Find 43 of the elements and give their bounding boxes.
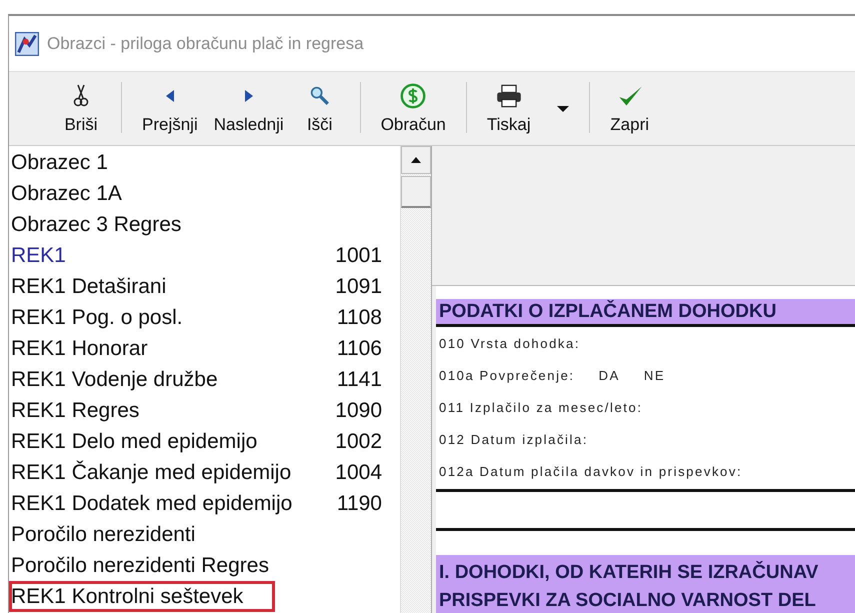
section-heading: I. DOHODKI, OD KATERIH SE IZRAČUNAV PRISPEVKI ZA SOCIALNO VARNOST DEL xyxy=(436,555,855,613)
toolbar-button[interactable]: Zapri xyxy=(602,72,658,145)
form-list-item[interactable]: REK1 Delo med epidemijo 1002 xyxy=(9,426,400,457)
toolbar-button[interactable]: Briši xyxy=(53,72,109,145)
form-list-item[interactable]: REK1 Detaširani 1091 xyxy=(9,271,400,302)
form-list-item[interactable]: Obrazec 1 xyxy=(9,147,400,178)
scissors-icon xyxy=(73,84,89,108)
form-list-item[interactable]: REK1 Dodatek med epidemijo 1190 xyxy=(9,488,400,519)
field-label: 010a Povprečenje: xyxy=(439,368,575,382)
scroll-up-arrow-icon[interactable] xyxy=(411,157,421,163)
form-list-item[interactable]: REK1 1001 xyxy=(9,240,400,271)
right-triangle-icon xyxy=(244,88,254,102)
form-list-item[interactable]: REK1 Pog. o posl. 1108 xyxy=(9,302,400,333)
form-list-item[interactable]: REK1 Regres 1090 xyxy=(9,395,400,426)
toolbar-button[interactable]: Obračun xyxy=(372,72,454,145)
search-icon xyxy=(310,86,330,106)
form-list-item[interactable]: Obrazec 3 Regres xyxy=(9,209,400,240)
field-label: 012 Datum izplačila: xyxy=(439,432,588,446)
dollar-coin-icon xyxy=(400,82,426,108)
toolbar-button[interactable]: Išči xyxy=(292,72,348,145)
option-label: NE xyxy=(644,368,666,382)
field-label: 010 Vrsta dohodka: xyxy=(439,336,580,350)
section-heading: PODATKI O IZPLAČANEM DOHODKU xyxy=(436,299,855,327)
form-list-item[interactable]: Poročilo nerezidenti xyxy=(9,519,400,550)
scroll-thumb[interactable] xyxy=(401,176,431,208)
field-label: 012a Datum plačila davkov in prispevkov: xyxy=(439,464,742,478)
field-label: 011 Izplačilo za mesec/leto: xyxy=(439,400,643,414)
form-list-item[interactable]: REK1 Čakanje med epidemijo 1004 xyxy=(9,457,400,488)
left-triangle-icon xyxy=(164,88,175,102)
toolbar-button[interactable]: Tiskaj xyxy=(478,82,539,134)
option-label: DA xyxy=(598,368,620,382)
app-icon xyxy=(15,32,39,56)
form-list-item[interactable]: REK1 Honorar 1106 xyxy=(9,333,400,364)
printer-icon xyxy=(496,84,522,108)
toolbar-button[interactable]: Prejšnji xyxy=(134,72,206,145)
scrollbar[interactable] xyxy=(400,146,431,613)
form-list-item[interactable]: REK1 Vodenje družbe 1141 xyxy=(9,364,400,395)
form-list-item[interactable]: Obrazec 1A xyxy=(9,178,400,209)
form-list-item[interactable]: Poročilo nerezidenti Regres xyxy=(9,550,400,581)
dropdown-caret-icon[interactable] xyxy=(556,106,569,112)
form-list-item[interactable]: REK1 Kontrolni seštevek xyxy=(9,581,275,612)
window-title: Obrazci - priloga obračunu plač in regresa xyxy=(47,34,364,54)
toolbar-button[interactable]: Naslednji xyxy=(206,72,292,145)
